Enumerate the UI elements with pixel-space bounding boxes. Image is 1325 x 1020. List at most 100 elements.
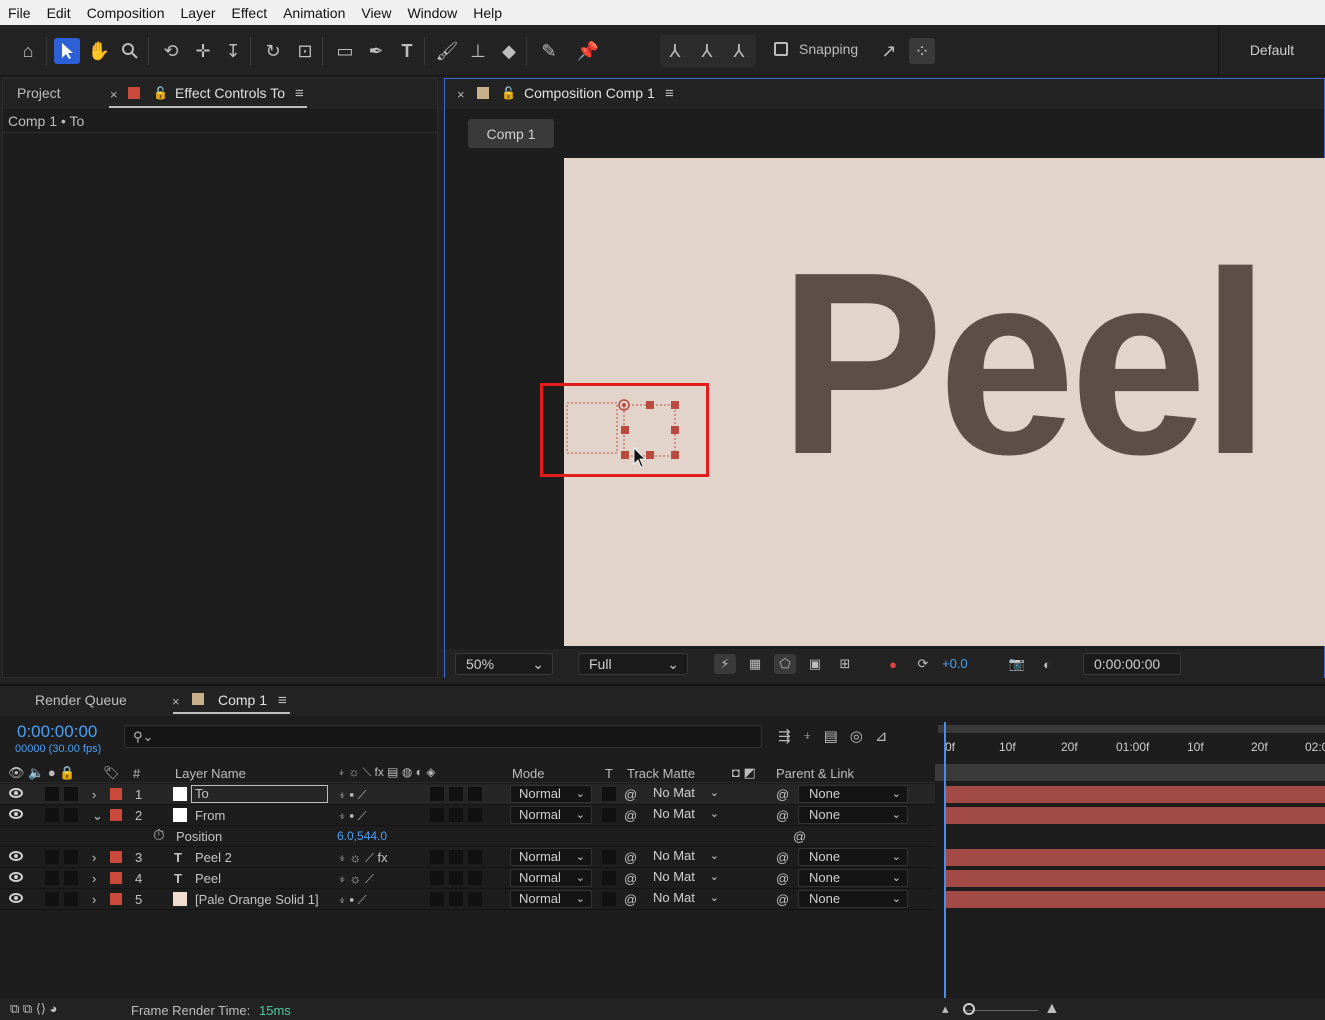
tab-effect-controls[interactable]: Effect Controls To	[175, 85, 285, 101]
zoom-dropdown[interactable]: 50% ⌄	[455, 653, 553, 675]
eye-icon[interactable]	[9, 788, 23, 798]
menu-help[interactable]: Help	[465, 5, 510, 21]
parent-dropdown[interactable]: None ⌄	[798, 890, 908, 908]
track-matte-dropdown[interactable]: No Mat ⌄	[645, 869, 725, 887]
track-matte-dropdown[interactable]: No Mat ⌄	[645, 785, 725, 803]
layer-name[interactable]: Peel 2	[195, 850, 232, 865]
switch-box[interactable]	[430, 808, 444, 822]
mode-dropdown[interactable]: Normal ⌄	[510, 848, 592, 866]
switch-box[interactable]	[449, 871, 463, 885]
pick-whip-icon[interactable]: @	[793, 829, 806, 844]
switch-box[interactable]	[449, 892, 463, 906]
layer-row[interactable]: › 4 T Peel ⍖ ☼ ⟋ Normal ⌄ @ No Mat ⌄ @ Non…	[0, 868, 935, 889]
switch-box[interactable]	[468, 892, 482, 906]
layer-duration-bar[interactable]	[946, 807, 1325, 824]
menu-file[interactable]: File	[0, 5, 39, 21]
snap-edges-icon[interactable]: ↗	[876, 38, 902, 64]
mode-dropdown[interactable]: Normal ⌄	[510, 785, 592, 803]
anchor-point-tool-icon[interactable]: ⊡	[292, 38, 318, 64]
rectangle-tool-icon[interactable]: ▭	[332, 38, 358, 64]
transparency-grid-icon[interactable]: ▦	[744, 654, 766, 674]
frame-blending-icon[interactable]: ▤	[824, 727, 838, 745]
snapping-checkbox[interactable]	[774, 42, 788, 56]
tab-render-queue[interactable]: Render Queue	[35, 692, 127, 708]
pan-camera-icon[interactable]: ✛	[190, 38, 216, 64]
pen-tool-icon[interactable]: ✒	[363, 38, 389, 64]
motion-blur-icon[interactable]: ◎	[850, 727, 863, 745]
parent-dropdown[interactable]: None ⌄	[798, 869, 908, 887]
layer-duration-bar[interactable]	[946, 849, 1325, 866]
track-matte-dropdown[interactable]: No Mat ⌄	[645, 848, 725, 866]
local-axis-icon[interactable]: ⅄	[662, 38, 688, 64]
chevron-right-icon[interactable]: ›	[92, 871, 96, 886]
switch-box[interactable]	[430, 892, 444, 906]
resolution-dropdown[interactable]: Full ⌄	[578, 653, 688, 675]
switch-box[interactable]	[430, 871, 444, 885]
world-axis-icon[interactable]: ⅄	[694, 38, 720, 64]
layer-duration-bar[interactable]	[946, 870, 1325, 887]
track-matte-dropdown[interactable]: No Mat ⌄	[645, 890, 725, 908]
selection-tool-icon[interactable]	[54, 38, 80, 64]
menu-window[interactable]: Window	[399, 5, 465, 21]
fast-previews-icon[interactable]: ⚡	[714, 654, 736, 674]
mode-dropdown[interactable]: Normal ⌄	[510, 806, 592, 824]
parent-dropdown[interactable]: None ⌄	[798, 848, 908, 866]
panel-menu-icon[interactable]: ≡	[295, 85, 304, 102]
panel-menu-icon[interactable]: ≡	[278, 692, 287, 709]
label-color[interactable]	[110, 851, 122, 863]
tab-composition[interactable]: Composition Comp 1	[524, 85, 655, 101]
lock-toggle[interactable]	[64, 808, 78, 822]
view-axis-icon[interactable]: ⅄	[726, 38, 752, 64]
stopwatch-icon[interactable]: ⏱	[153, 827, 165, 844]
menu-layer[interactable]: Layer	[173, 5, 224, 21]
label-color[interactable]	[110, 872, 122, 884]
dolly-camera-icon[interactable]: ↧	[220, 38, 246, 64]
switch-box[interactable]	[468, 871, 482, 885]
parent-dropdown[interactable]: None ⌄	[798, 806, 908, 824]
snap-features-icon[interactable]: ⁘	[909, 38, 935, 64]
layer-name-header[interactable]: Layer Name	[175, 766, 246, 781]
preserve-transparency-toggle[interactable]	[602, 787, 616, 801]
layer-row[interactable]: › 5 [Pale Orange Solid 1] ⍖ ▪ ⟋ Normal ⌄ …	[0, 889, 935, 910]
timeline-current-time[interactable]: 0:00:00:00	[17, 722, 97, 742]
close-tab-icon[interactable]: ×	[172, 694, 180, 709]
panel-menu-icon[interactable]: ≡	[665, 85, 674, 102]
audio-toggle[interactable]	[45, 850, 59, 864]
shy-switch-icon[interactable]: ⍖ ▪ ⟋	[338, 808, 367, 824]
lock-toggle[interactable]	[64, 850, 78, 864]
chevron-right-icon[interactable]: ›	[92, 892, 96, 907]
shy-switch-icon[interactable]: ⍖ ▪ ⟋	[338, 787, 367, 803]
chevron-down-icon[interactable]: ⌄	[92, 808, 103, 824]
work-area-bar[interactable]	[938, 725, 1325, 733]
label-color[interactable]	[110, 893, 122, 905]
zoom-out-icon[interactable]: ▴	[942, 1001, 949, 1017]
audio-toggle[interactable]	[45, 808, 59, 822]
zoom-tool-icon[interactable]	[117, 38, 143, 64]
property-row-position[interactable]: ⏱ Position 6.0,544.0 @	[0, 826, 935, 847]
composition-flowchart-icon[interactable]: ⇶	[778, 727, 791, 745]
zoom-in-icon[interactable]: ▲	[1044, 1000, 1060, 1018]
tab-comp-1[interactable]: Comp 1	[218, 692, 267, 708]
snapshot-camera-icon[interactable]: 📷	[1006, 654, 1028, 674]
color-channels-icon[interactable]: ●	[882, 654, 904, 674]
pick-whip-icon[interactable]: @	[776, 808, 789, 823]
menu-effect[interactable]: Effect	[224, 5, 276, 21]
rotate-tool-icon[interactable]: ↻	[260, 38, 286, 64]
menu-edit[interactable]: Edit	[39, 5, 79, 21]
lock-toggle[interactable]	[64, 871, 78, 885]
current-time-display[interactable]: 0:00:00:00	[1083, 653, 1181, 675]
eye-icon[interactable]	[9, 893, 23, 903]
switch-box[interactable]	[449, 808, 463, 822]
shy-switch-icon[interactable]: ⍖ ▪ ⟋	[338, 892, 367, 908]
show-snapshot-icon[interactable]: ◐	[1036, 654, 1058, 674]
home-icon[interactable]: ⌂	[15, 38, 41, 64]
preserve-transparency-toggle[interactable]	[602, 850, 616, 864]
grid-guides-icon[interactable]: ⊞	[834, 654, 856, 674]
eye-icon[interactable]	[9, 851, 23, 861]
lock-toggle[interactable]	[64, 787, 78, 801]
exposure-value[interactable]: +0.0	[942, 656, 968, 671]
preserve-transparency-toggle[interactable]	[602, 871, 616, 885]
shy-switch-icon[interactable]: ⍖ ☼ ⟋ fx	[338, 850, 388, 866]
color-management-icon[interactable]: ⟳	[912, 654, 934, 674]
zoom-slider-handle[interactable]	[963, 1003, 975, 1015]
